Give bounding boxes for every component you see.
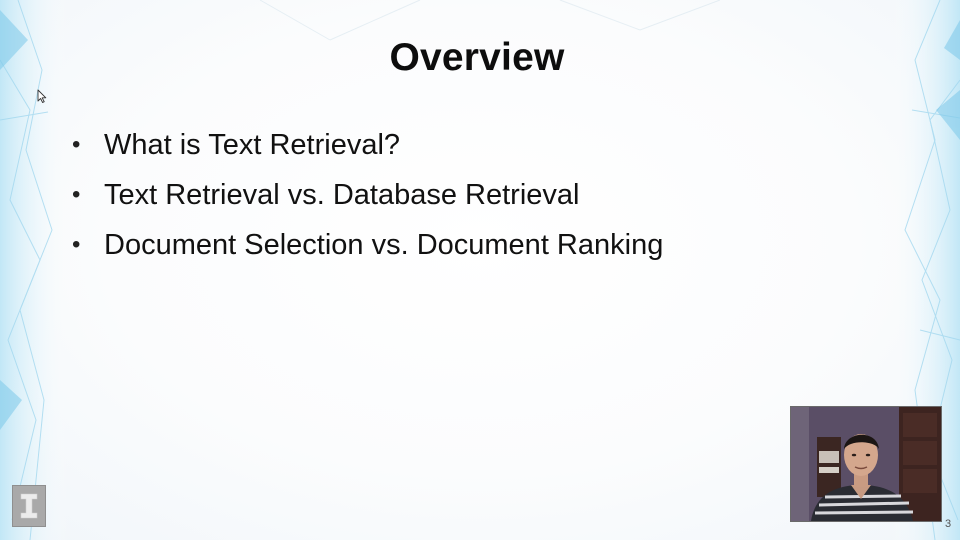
university-logo-icon: [12, 485, 46, 527]
bullet-text: Text Retrieval vs. Database Retrieval: [104, 179, 580, 211]
bullet-dot-icon: •: [72, 131, 81, 158]
bullet-text: What is Text Retrieval?: [104, 129, 401, 161]
bullet-dot-icon: •: [72, 181, 81, 208]
bullet-text: Document Selection vs. Document Ranking: [104, 229, 664, 261]
slide-page-number: 3: [944, 518, 952, 530]
presentation-slide: Overview • What is Text Retrieval? • Tex…: [0, 0, 960, 540]
bullet-dot-icon: •: [72, 231, 81, 258]
mouse-pointer-icon: [37, 89, 47, 103]
presenter-webcam-video: [790, 406, 942, 522]
slide-title: Overview: [389, 36, 565, 79]
